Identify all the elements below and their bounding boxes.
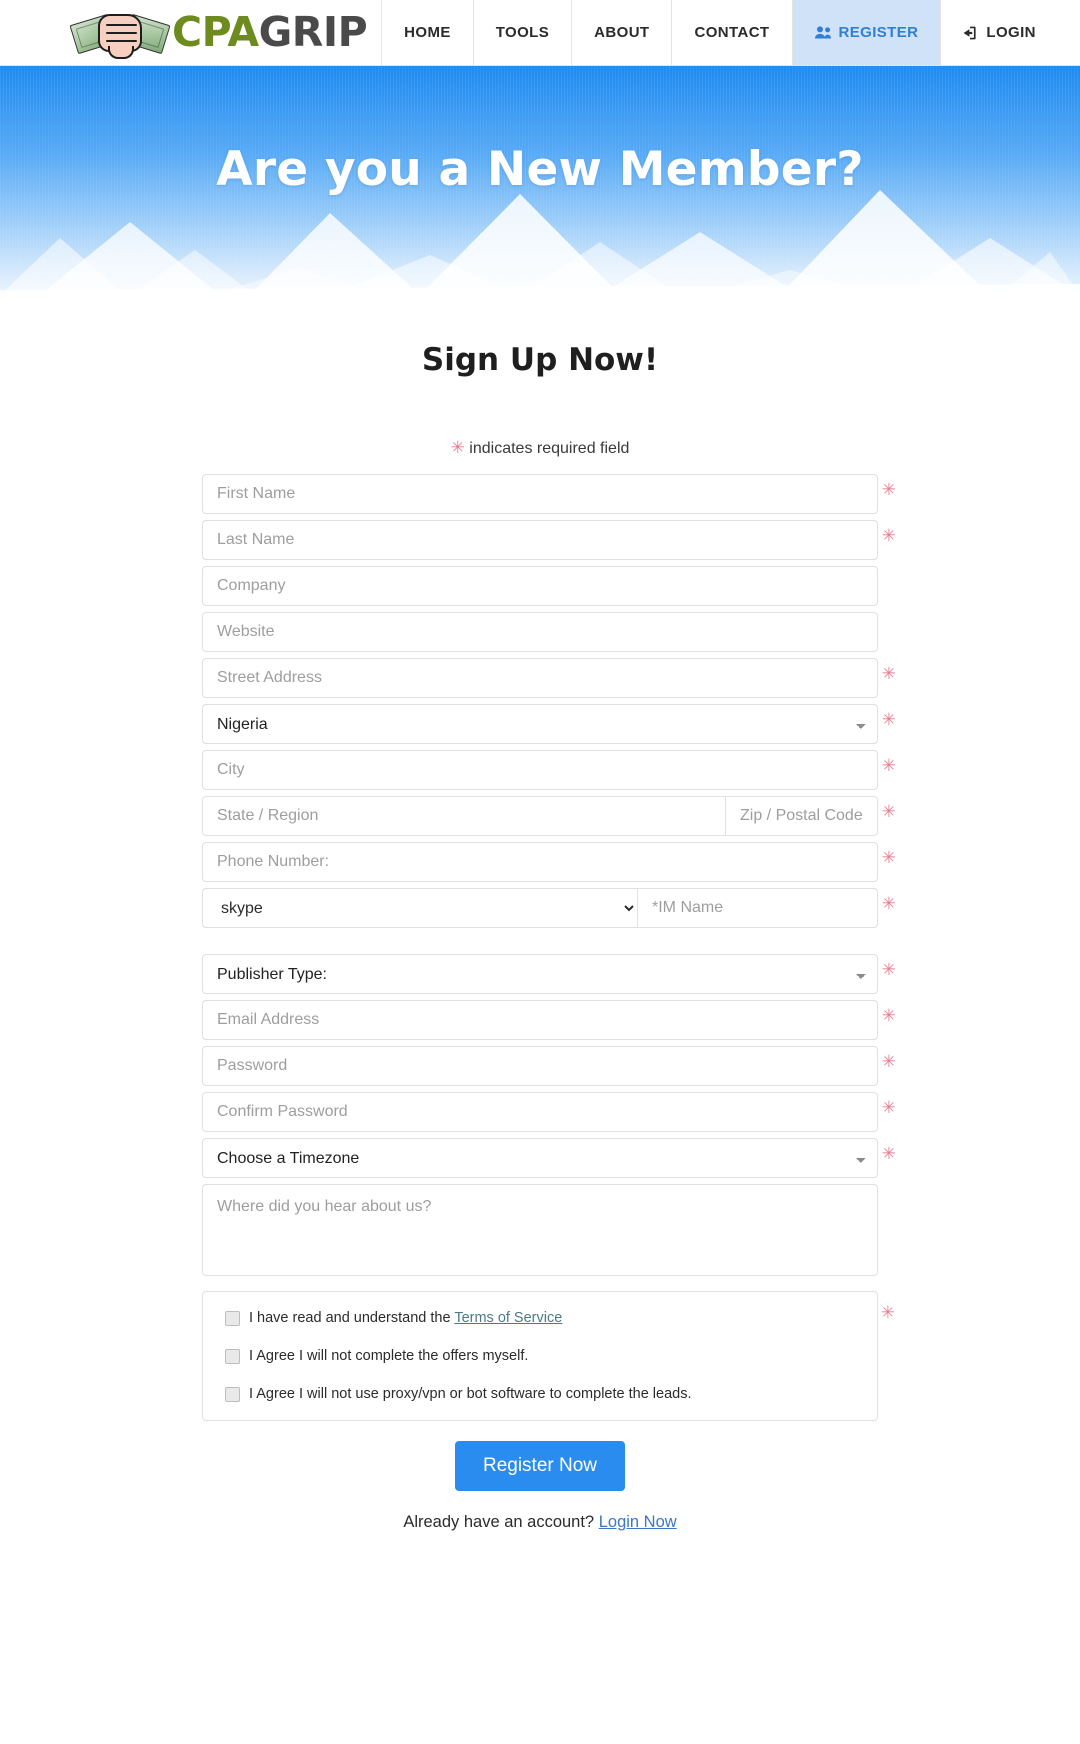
row-country: Nigeria ✳ [202, 704, 896, 744]
row-phone: ✳ [202, 842, 896, 882]
nav-item-tools[interactable]: TOOLS [474, 0, 573, 65]
required-asterisk-icon: ✳ [880, 1303, 895, 1322]
top-navigation-bar: CPAGRIP HOME TOOLS ABOUT CONTACT REGISTE… [0, 0, 1080, 66]
nav-label-home: HOME [404, 24, 451, 41]
required-asterisk-icon: ✳ [881, 1098, 896, 1117]
row-last-name: ✳ [202, 520, 896, 560]
required-field-note: ✳ indicates required field [0, 438, 1080, 458]
row-confirm-password: ✳ [202, 1092, 896, 1132]
required-asterisk-icon: ✳ [881, 1144, 896, 1163]
row-company [202, 566, 878, 606]
login-now-link[interactable]: Login Now [599, 1513, 677, 1531]
row-publisher-type: Publisher Type: ✳ [202, 954, 896, 994]
register-now-button[interactable]: Register Now [454, 1441, 626, 1491]
agreement-row-terms: I have read and understand the Terms of … [225, 1310, 877, 1326]
city-input[interactable] [202, 750, 878, 790]
terms-of-service-checkbox[interactable] [225, 1310, 240, 1326]
password-input[interactable] [202, 1046, 878, 1086]
nav-label-contact: CONTACT [694, 24, 770, 41]
confirm-password-input[interactable] [202, 1092, 878, 1132]
nav-item-register[interactable]: REGISTER [792, 0, 942, 65]
required-asterisk-icon: ✳ [881, 756, 896, 775]
agreement-label-terms: I have read and understand the Terms of … [249, 1310, 562, 1326]
required-asterisk-icon: ✳ [881, 802, 896, 821]
logo-text-grip: GRIP [258, 8, 368, 56]
required-asterisk-icon: ✳ [881, 1006, 896, 1025]
submit-row: Register Now [202, 1441, 878, 1491]
row-street-address: ✳ [202, 658, 896, 698]
hero-banner: Are you a New Member? [0, 66, 1080, 294]
already-account-row: Already have an account? Login Now [202, 1513, 878, 1562]
page-title: Sign Up Now! [421, 342, 659, 378]
zip-postal-input[interactable] [726, 796, 878, 836]
email-input[interactable] [202, 1000, 878, 1040]
country-select[interactable]: Nigeria [202, 704, 878, 744]
terms-of-service-link[interactable]: Terms of Service [454, 1310, 562, 1326]
row-im: skype ✳ [202, 888, 896, 928]
logo-wordmark: CPAGRIP [172, 12, 368, 53]
nav-item-login[interactable]: LOGIN [941, 0, 1058, 65]
agreement-row-no-proxy: I Agree I will not use proxy/vpn or bot … [225, 1386, 877, 1402]
site-logo[interactable]: CPAGRIP [69, 0, 383, 65]
already-account-text: Already have an account? [403, 1513, 595, 1531]
agreement-text-terms: I have read and understand the [249, 1310, 455, 1326]
nav-item-contact[interactable]: CONTACT [672, 0, 793, 65]
required-asterisk-icon: ✳ [881, 1052, 896, 1071]
agreements-box: ✳ I have read and understand the Terms o… [202, 1291, 895, 1421]
nav-label-login: LOGIN [986, 24, 1036, 41]
website-input[interactable] [202, 612, 878, 652]
agreement-label-no-proxy: I Agree I will not use proxy/vpn or bot … [249, 1386, 692, 1402]
required-asterisk-icon: ✳ [881, 894, 896, 913]
im-name-input[interactable] [638, 888, 878, 928]
nav-label-tools: TOOLS [495, 24, 550, 41]
row-first-name: ✳ [202, 474, 896, 514]
hear-about-us-textarea[interactable] [202, 1184, 878, 1276]
money-fist-logo-icon [69, 10, 171, 59]
row-email: ✳ [202, 1000, 896, 1040]
timezone-select[interactable]: Choose a Timezone [202, 1138, 878, 1178]
required-asterisk-icon: ✳ [450, 438, 465, 457]
required-note-text: indicates required field [469, 440, 630, 457]
agreement-label-no-self-complete: I Agree I will not complete the offers m… [249, 1348, 529, 1364]
nav-label-about: ABOUT [594, 24, 650, 41]
phone-number-input[interactable] [202, 842, 878, 882]
im-type-select[interactable]: skype [202, 888, 638, 928]
first-name-input[interactable] [202, 474, 878, 514]
state-region-input[interactable] [202, 796, 726, 836]
required-asterisk-icon: ✳ [881, 960, 896, 979]
row-state-zip: ✳ [202, 796, 896, 836]
row-city: ✳ [202, 750, 896, 790]
nav-item-about[interactable]: ABOUT [572, 0, 673, 65]
required-asterisk-icon: ✳ [881, 664, 896, 683]
agreement-row-no-self-complete: I Agree I will not complete the offers m… [225, 1348, 877, 1364]
users-icon [814, 26, 832, 39]
required-asterisk-icon: ✳ [881, 480, 896, 499]
row-password: ✳ [202, 1046, 896, 1086]
registration-form: ✳ ✳ ✳ Nigeria ✳ ✳ ✳ ✳ skype ✳ [202, 474, 896, 1562]
no-proxy-checkbox[interactable] [225, 1386, 240, 1402]
nav-left-spacer [0, 0, 72, 65]
nav-menu: HOME TOOLS ABOUT CONTACT REGISTER LOGIN [382, 0, 1058, 65]
nav-label-register: REGISTER [838, 24, 919, 41]
row-timezone: Choose a Timezone ✳ [202, 1138, 896, 1178]
required-asterisk-icon: ✳ [881, 848, 896, 867]
row-hear-about-us [202, 1184, 878, 1281]
required-asterisk-icon: ✳ [881, 710, 896, 729]
hero-title: Are you a New Member? [216, 142, 864, 197]
nav-item-home[interactable]: HOME [382, 0, 474, 65]
row-website [202, 612, 878, 652]
publisher-type-select[interactable]: Publisher Type: [202, 954, 878, 994]
no-self-complete-checkbox[interactable] [225, 1348, 240, 1364]
login-arrow-icon [963, 26, 979, 40]
last-name-input[interactable] [202, 520, 878, 560]
logo-text-cpa: CPA [172, 8, 259, 56]
street-address-input[interactable] [202, 658, 878, 698]
mountain-illustration [0, 190, 1080, 294]
required-asterisk-icon: ✳ [881, 526, 896, 545]
company-input[interactable] [202, 566, 878, 606]
